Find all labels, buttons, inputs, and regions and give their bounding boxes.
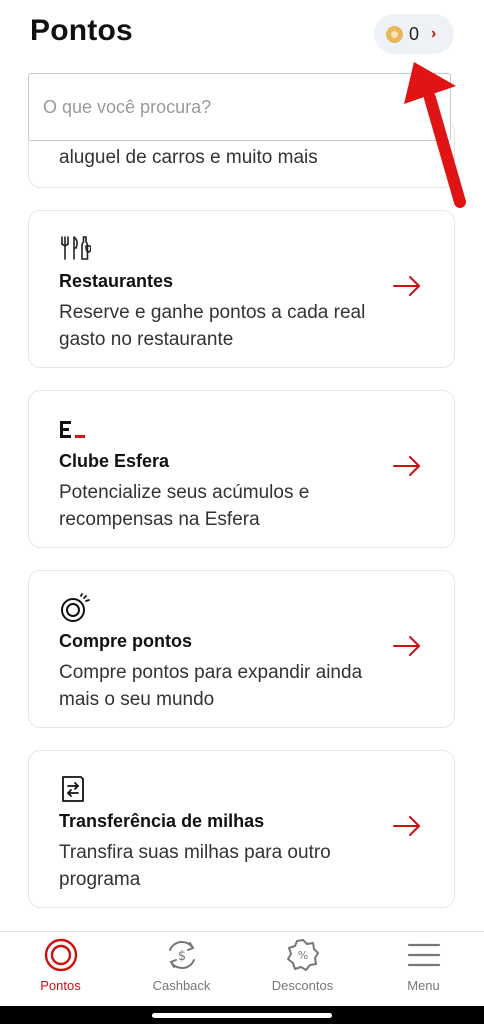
svg-text:$: $ [178,949,186,964]
esfera-logo-icon [60,421,85,438]
card-clube-esfera[interactable]: Clube Esfera Potencialize seus acúmulos … [28,390,455,548]
chevron-right-icon: › [431,25,437,42]
system-nav-bar [0,1006,484,1024]
nav-label: Cashback [152,978,211,993]
hamburger-menu-icon [407,943,441,967]
buy-points-icon [61,593,90,622]
card-description: Compre pontos para expandir ainda mais o… [59,662,363,710]
points-target-icon [44,938,78,972]
transfer-miles-icon [62,776,84,802]
card-restaurantes[interactable]: Restaurantes Reserve e ganhe pontos a ca… [28,210,455,368]
page-title: Pontos [30,14,133,47]
cashback-icon: $ [169,941,195,969]
search-input[interactable] [29,74,450,140]
card-transferencia-milhas[interactable]: Transferência de milhas Transfira suas m… [28,750,455,908]
nav-label: Menu [407,978,440,993]
card-title: Clube Esfera [59,451,170,471]
nav-item-menu[interactable]: Menu [363,932,484,1007]
svg-text:%: % [298,949,308,962]
nav-item-descontos[interactable]: % Descontos [242,932,363,1007]
card-description: Potencialize seus acúmulos e recompensas… [59,482,310,530]
nav-item-cashback[interactable]: $ Cashback [121,932,242,1007]
card-title: Compre pontos [59,631,192,651]
card-title: Restaurantes [59,271,174,291]
nav-label: Descontos [271,978,334,993]
annotation-arrow-icon [404,62,466,208]
coin-icon [386,25,403,43]
nav-item-pontos[interactable]: Pontos [0,932,121,1007]
card-description: Reserve e ganhe pontos a cada real gasto… [59,302,366,350]
discount-badge-icon: % [287,939,319,971]
bottom-nav: Pontos $ Cashback % Descontos Menu [0,931,484,1006]
arrow-right-icon[interactable] [392,455,422,477]
nav-label: Pontos [40,978,81,993]
card-title: Transferência de milhas [59,811,265,831]
restaurant-icon [61,236,91,260]
points-value: 0 [409,23,420,44]
search-field[interactable] [28,73,451,141]
card-compre-pontos[interactable]: Compre pontos Compre pontos para expandi… [28,570,455,728]
arrow-right-icon[interactable] [392,635,422,657]
home-indicator[interactable] [152,1013,332,1018]
card-description: Transfira suas milhas para outro program… [59,842,331,890]
arrow-right-icon[interactable] [392,275,422,297]
partial-card-text: aluguel de carros e muito mais [59,147,318,168]
arrow-right-icon[interactable] [392,815,422,837]
points-balance-button[interactable]: 0 › [374,14,454,54]
